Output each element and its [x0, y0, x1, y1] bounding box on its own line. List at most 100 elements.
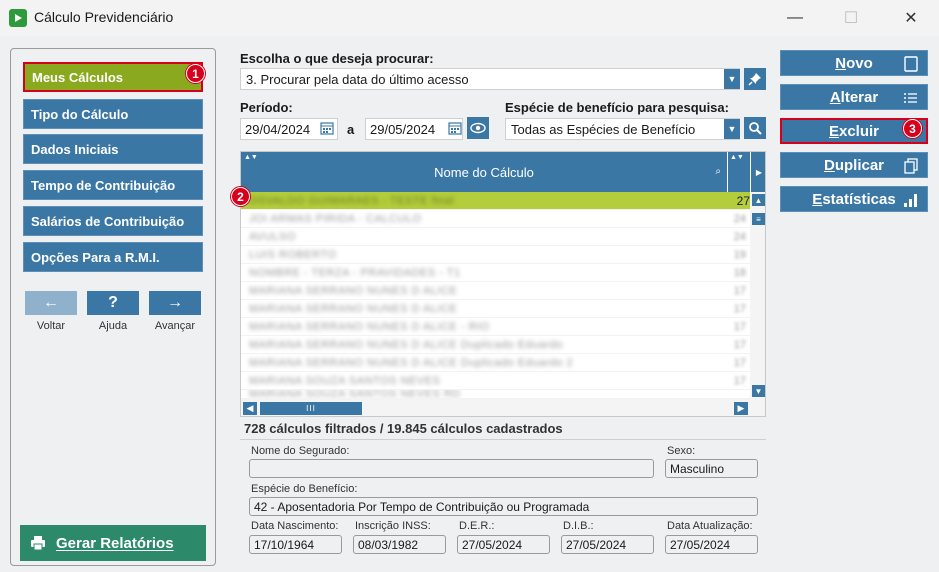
bar-chart-icon	[904, 194, 917, 207]
arrow-left-icon: ←	[43, 294, 59, 311]
forward-label: Avançar	[154, 320, 196, 332]
column-header-number[interactable]: ▲▼	[728, 152, 750, 192]
scroll-thumb[interactable]: III	[260, 402, 362, 415]
minimize-button[interactable]: —	[772, 0, 818, 36]
pin-button[interactable]	[744, 68, 766, 90]
der-value: 27/05/2024	[462, 537, 523, 552]
close-button[interactable]: ✕	[888, 0, 934, 36]
nav-dados-iniciais[interactable]: Dados Iniciais	[23, 134, 203, 164]
birth-date-field: 17/10/1964	[249, 535, 342, 554]
edit-button[interactable]: Alterar	[780, 84, 928, 110]
search-mode-select[interactable]: 3. Procurar pela data do último acesso	[240, 68, 740, 90]
back-button[interactable]: ←	[25, 291, 77, 315]
table-row[interactable]: MARIANA SERRANO NUNES D ALICE 17	[241, 282, 750, 300]
new-button[interactable]: Novo	[780, 50, 928, 76]
nav-meus-calculos[interactable]: Meus Cálculos	[23, 62, 203, 92]
window-title: Cálculo Previdenciário	[34, 9, 174, 25]
table-row[interactable]: MARIANA SOUZA SANTOS NEVES 17	[241, 372, 750, 390]
row-name: MARIANA SERRANO NUNES D ALICE - RIO	[249, 320, 490, 333]
question-icon: ?	[108, 294, 118, 311]
table-row[interactable]: MARIANA SERRANO NUNES D ALICE - RIO 17	[241, 318, 750, 336]
scroll-down-icon[interactable]: ▼	[752, 385, 765, 397]
nav-tipo-do-calculo[interactable]: Tipo do Cálculo	[23, 99, 203, 129]
row-name: MARIANA SERRANO NUNES D ALICE	[249, 302, 458, 315]
column-header-name[interactable]: Nome do Cálculo ▲▼ ⌕	[241, 152, 727, 192]
nav-tempo-de-contribuicao[interactable]: Tempo de Contribuição	[23, 170, 203, 200]
update-date-field: 27/05/2024	[665, 535, 758, 554]
help-label: Ajuda	[98, 320, 128, 332]
chevron-down-icon[interactable]: ▼	[724, 119, 740, 139]
statistics-button[interactable]: Estatísticas	[780, 186, 928, 212]
help-button[interactable]: ?	[87, 291, 139, 315]
table-row[interactable]: NOMBRE - TERZA - PRAVIDADES - T1 18	[241, 264, 750, 282]
row-name: NOMBRE - TERZA - PRAVIDADES - T1	[249, 266, 461, 279]
horizontal-scrollbar[interactable]: ◀ III ▶	[241, 399, 765, 416]
update-date-value: 27/05/2024	[670, 537, 731, 552]
scroll-right-icon[interactable]: ▶	[734, 402, 748, 415]
app-logo-icon	[9, 9, 27, 27]
copy-icon	[904, 158, 918, 174]
duplicate-label: Duplicar	[823, 156, 885, 174]
maximize-button[interactable]: ☐	[828, 0, 874, 36]
results-summary: 728 cálculos filtrados / 19.845 cálculos…	[244, 421, 563, 436]
period-label: Período:	[240, 100, 293, 115]
step-badge-3: 3	[903, 119, 922, 138]
duplicate-button[interactable]: Duplicar	[780, 152, 928, 178]
row-name: MARIANA SOUZA SANTOS NEVES RD	[249, 390, 461, 399]
row-name: JOI ARMAS PIRIDA - CALCULO	[249, 212, 422, 225]
row-name: LUIS ROBERTO	[249, 248, 337, 261]
benefit-species-label: Espécie do Benefício:	[251, 483, 358, 495]
pin-icon	[748, 73, 761, 86]
nav-label: Opções Para a R.M.I.	[31, 249, 160, 265]
search-icon: ⌕	[715, 166, 721, 177]
view-button[interactable]	[467, 117, 489, 139]
table-row[interactable]: MARIANA SERRANO NUNES D ALICE Duplicado …	[241, 336, 750, 354]
table-row[interactable]: JOI ARMAS PIRIDA - CALCULO 24	[241, 210, 750, 228]
row-number: 19	[733, 248, 746, 261]
der-field: 27/05/2024	[457, 535, 550, 554]
search-mode-value: 3. Procurar pela data do último acesso	[246, 71, 469, 87]
statistics-label: Estatísticas	[812, 190, 896, 208]
birth-date-label: Data Nascimento:	[251, 520, 339, 532]
row-name: MARIANA SERRANO NUNES D ALICE Duplicado …	[249, 356, 574, 369]
row-name: MARIANA SERRANO NUNES D ALICE Duplicado …	[249, 338, 563, 351]
scroll-up-icon[interactable]: ▲	[752, 194, 765, 206]
sex-field: Masculino	[665, 459, 758, 478]
column-scroll-right[interactable]: ▶	[751, 152, 765, 192]
calendar-icon[interactable]	[448, 121, 462, 135]
delete-label: Excluir	[828, 122, 880, 140]
nav-opcoes-rmi[interactable]: Opções Para a R.M.I.	[23, 242, 203, 272]
list-edit-icon	[904, 93, 917, 103]
generate-reports-button[interactable]: Gerar Relatórios	[20, 525, 206, 561]
search-button[interactable]	[744, 117, 766, 139]
dib-field: 27/05/2024	[561, 535, 654, 554]
row-name: MARIANA SOUZA SANTOS NEVES	[249, 374, 441, 387]
sort-icon: ▲▼	[244, 154, 258, 161]
species-select[interactable]: Todas as Espécies de Benefício	[505, 118, 740, 140]
vertical-scrollbar[interactable]: ▲ ≡ ▼	[750, 192, 765, 399]
table-row[interactable]: AVULSO 24	[241, 228, 750, 246]
table-row[interactable]: MARIANA SERRANO NUNES D ALICE 17	[241, 300, 750, 318]
date-to-value: 29/05/2024	[370, 121, 436, 137]
inss-value: 08/03/1982	[358, 537, 419, 552]
calendar-icon[interactable]	[320, 121, 334, 135]
nav-label: Tempo de Contribuição	[31, 177, 176, 193]
table-row[interactable]: OSVALDO GUIMARAES - TESTE final 27	[241, 192, 750, 210]
scroll-thumb[interactable]: ≡	[752, 213, 765, 225]
row-number: 17	[733, 320, 746, 333]
table-row[interactable]: LUIS ROBERTO 19	[241, 246, 750, 264]
chevron-down-icon[interactable]: ▼	[724, 69, 740, 89]
table-row[interactable]: MARIANA SERRANO NUNES D ALICE Duplicado …	[241, 354, 750, 372]
date-from-value: 29/04/2024	[245, 121, 311, 137]
insured-label: Nome do Segurado:	[251, 445, 350, 457]
edit-label: Alterar	[829, 88, 879, 106]
scroll-left-icon[interactable]: ◀	[243, 402, 257, 415]
species-search-label: Espécie de benefício para pesquisa:	[505, 100, 729, 115]
calculations-grid: Nome do Cálculo ▲▼ ⌕ ▲▼ ▶ OSVALDO GUIMAR…	[240, 151, 766, 417]
row-number: 24	[733, 230, 746, 243]
forward-button[interactable]: →	[149, 291, 201, 315]
table-row[interactable]: MARIANA SOUZA SANTOS NEVES RD	[241, 390, 750, 399]
nav-label: Meus Cálculos	[32, 69, 124, 85]
date-separator: a	[347, 122, 355, 137]
nav-salarios-de-contribuicao[interactable]: Salários de Contribuição	[23, 206, 203, 236]
